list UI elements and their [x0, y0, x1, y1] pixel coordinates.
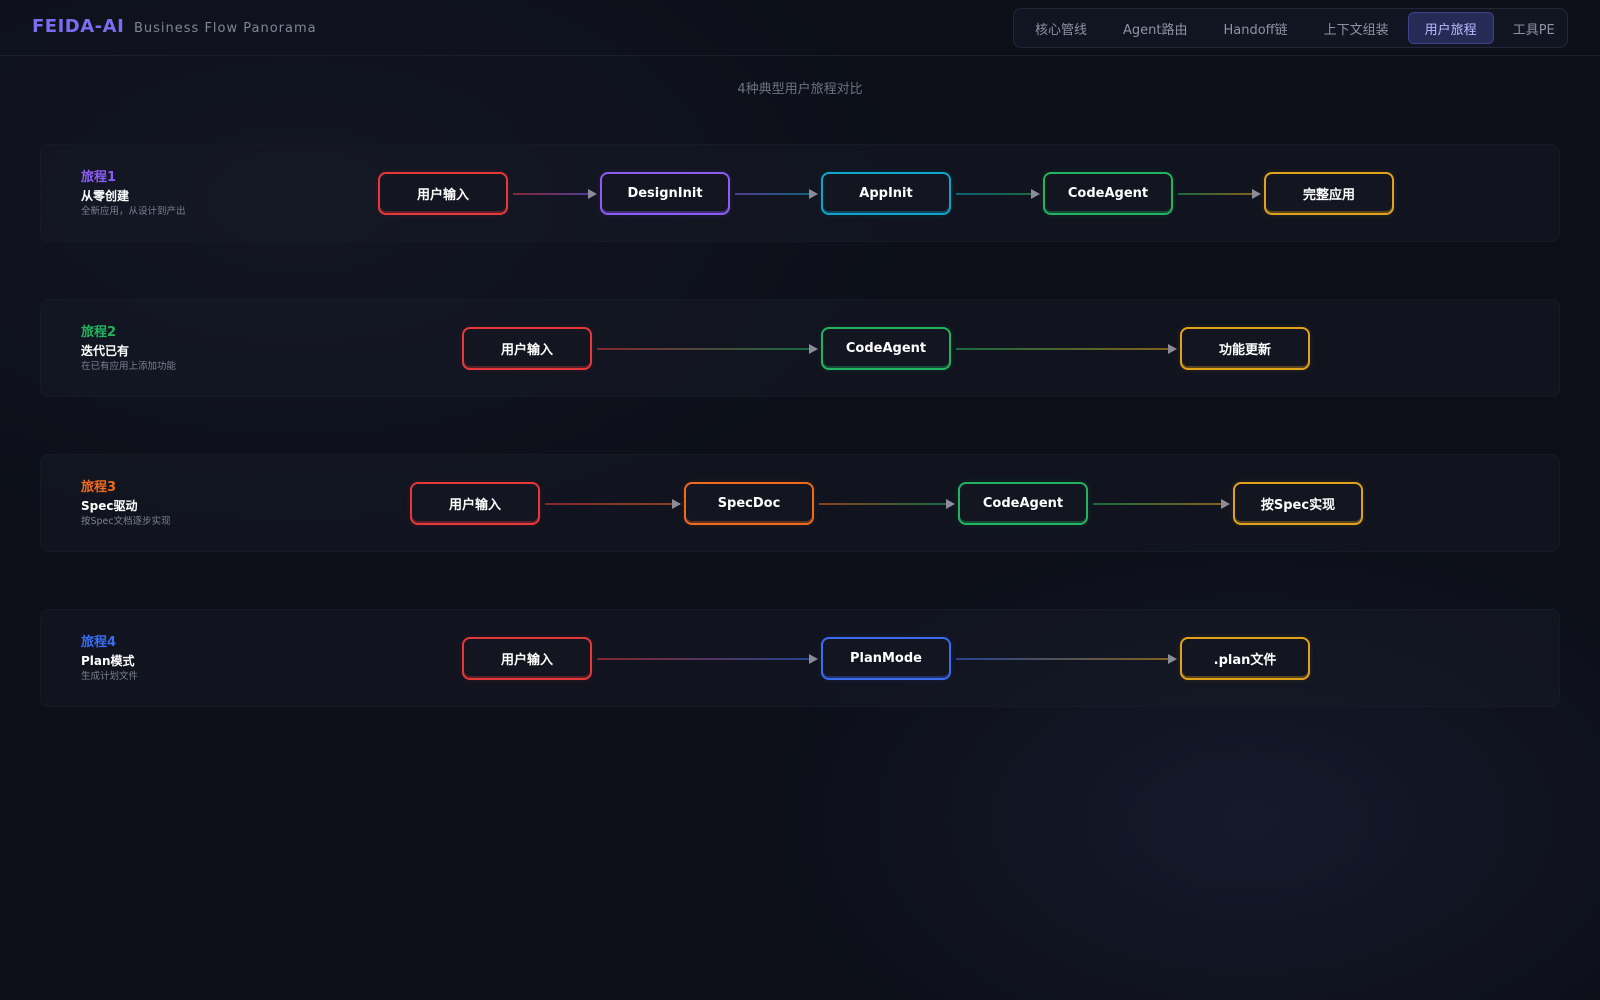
- flow-node[interactable]: .plan文件: [1180, 637, 1310, 680]
- tab-1[interactable]: Agent路由: [1106, 12, 1204, 44]
- arrow-right-icon: [1252, 189, 1261, 199]
- arrow-right-icon: [809, 344, 818, 354]
- arrow-right-icon: [809, 189, 818, 199]
- flow-node[interactable]: DesignInit: [600, 172, 730, 215]
- arrow-right-icon: [1168, 654, 1177, 664]
- arrow-right-icon: [1168, 344, 1177, 354]
- flow-node[interactable]: PlanMode: [821, 637, 951, 680]
- arrow-right-icon: [809, 654, 818, 664]
- journey-flow: 用户输入 SpecDoc CodeAgent 按Spec实现: [41, 455, 1561, 553]
- flow-connector: [1178, 193, 1252, 195]
- arrow-right-icon: [672, 499, 681, 509]
- tab-4[interactable]: 用户旅程: [1407, 12, 1494, 44]
- arrow-right-icon: [946, 499, 955, 509]
- page-subtitle: 4种典型用户旅程对比: [737, 82, 863, 97]
- journey-row: 旅程1 从零创建 全新应用，从设计到产出 用户输入 DesignInit AppInit C…: [40, 144, 1560, 242]
- flow-node[interactable]: 用户输入: [462, 637, 592, 680]
- flow-node[interactable]: 用户输入: [462, 327, 592, 370]
- flow-node[interactable]: CodeAgent: [958, 482, 1088, 525]
- flow-connector: [819, 503, 946, 505]
- tab-5[interactable]: 工具PE: [1496, 12, 1572, 44]
- journey-row: 旅程3 Spec驱动 按Spec文档逐步实现 用户输入 SpecDoc CodeAgent…: [40, 454, 1560, 552]
- top-bar: FEIDA-AI Business Flow Panorama 核心管线 Agen…: [0, 0, 1600, 56]
- journey-flow: 用户输入 CodeAgent 功能更新: [41, 300, 1561, 398]
- journey-flow: 用户输入 DesignInit AppInit CodeAgent 完整应用: [41, 145, 1561, 243]
- journey-row: 旅程4 Plan模式 生成计划文件 用户输入 PlanMode .plan文件: [40, 609, 1560, 707]
- flow-node[interactable]: 功能更新: [1180, 327, 1310, 370]
- arrow-right-icon: [1031, 189, 1040, 199]
- flow-node[interactable]: 按Spec实现: [1233, 482, 1363, 525]
- flow-connector: [956, 193, 1031, 195]
- tab-3[interactable]: 上下文组装: [1307, 12, 1406, 44]
- flow-connector: [597, 658, 809, 660]
- flow-node[interactable]: AppInit: [821, 172, 951, 215]
- flow-connector: [956, 658, 1168, 660]
- arrow-right-icon: [1221, 499, 1230, 509]
- flow-node[interactable]: CodeAgent: [821, 327, 951, 370]
- journey-row: 旅程2 迭代已有 在已有应用上添加功能 用户输入 CodeAgent 功能更新: [40, 299, 1560, 397]
- flow-connector: [735, 193, 809, 195]
- flow-node[interactable]: CodeAgent: [1043, 172, 1173, 215]
- flow-connector: [956, 348, 1168, 350]
- flow-connector: [597, 348, 809, 350]
- flow-node[interactable]: 用户输入: [410, 482, 540, 525]
- flow-connector: [1093, 503, 1221, 505]
- brand-subtitle: Business Flow Panorama: [134, 21, 317, 36]
- flow-connector: [513, 193, 588, 195]
- journey-flow: 用户输入 PlanMode .plan文件: [41, 610, 1561, 708]
- tab-2[interactable]: Handoff链: [1207, 12, 1305, 44]
- flow-node[interactable]: 完整应用: [1264, 172, 1394, 215]
- arrow-right-icon: [588, 189, 597, 199]
- flow-connector: [545, 503, 672, 505]
- brand-logo[interactable]: FEIDA-AI: [32, 16, 124, 37]
- flow-node[interactable]: SpecDoc: [684, 482, 814, 525]
- view-tabs: 核心管线 Agent路由 Handoff链 上下文组装 用户旅程 工具PE: [1013, 8, 1568, 48]
- tab-0[interactable]: 核心管线: [1018, 12, 1104, 44]
- flow-node[interactable]: 用户输入: [378, 172, 508, 215]
